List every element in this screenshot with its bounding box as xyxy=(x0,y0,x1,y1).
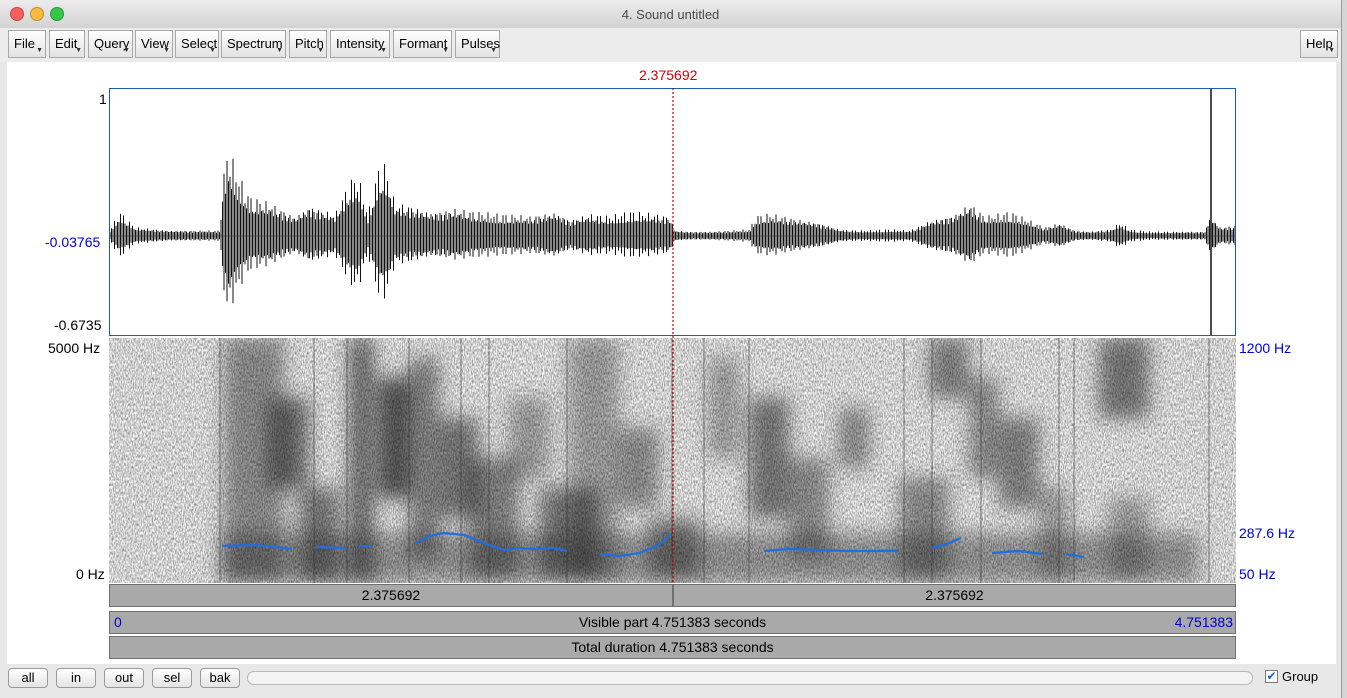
menu-file[interactable]: File ▼ xyxy=(8,30,46,58)
chevron-down-icon: ▼ xyxy=(276,47,283,54)
pitch-mid-label: 287.6 Hz xyxy=(1239,525,1296,541)
chevron-down-icon: ▼ xyxy=(442,47,449,54)
menu-help[interactable]: Help ▼ xyxy=(1300,30,1338,58)
title-bar[interactable]: 4. Sound untitled xyxy=(0,0,1341,29)
menu-view[interactable]: View ▼ xyxy=(135,30,173,58)
background-window-edge xyxy=(1342,0,1347,698)
segment-left[interactable]: 2.375692 xyxy=(109,584,673,607)
waveform-plot xyxy=(110,89,1235,335)
menu-spectrum[interactable]: Spectrum ▼ xyxy=(221,30,286,58)
waveform-y-max: 1 xyxy=(99,91,107,107)
pitch-top-label: 1200 Hz xyxy=(1239,340,1292,356)
menu-label: File xyxy=(14,36,35,51)
segment-right[interactable]: 2.375692 xyxy=(673,584,1236,607)
zoom-selection-button[interactable]: sel xyxy=(152,668,192,688)
visible-end: 4.751383 xyxy=(1174,614,1233,630)
horizontal-scrollbar[interactable] xyxy=(247,671,1253,685)
chevron-down-icon: ▼ xyxy=(163,47,170,54)
waveform-y-mid: -0.03765 xyxy=(45,234,101,250)
chevron-down-icon: ▼ xyxy=(209,47,216,54)
menu-pitch[interactable]: Pitch ▼ xyxy=(289,30,327,58)
chevron-down-icon: ▼ xyxy=(36,47,43,54)
visible-part-label: Visible part 4.751383 seconds xyxy=(578,614,767,630)
menu-label: Spectrum xyxy=(227,36,283,51)
waveform-y-min: -0.6735 xyxy=(54,317,102,333)
total-duration-bar[interactable]: Total duration 4.751383 seconds xyxy=(109,636,1236,659)
visible-start: 0 xyxy=(114,614,122,630)
visible-part-bar[interactable]: 0 Visible part 4.751383 seconds 4.751383 xyxy=(109,611,1236,634)
menu-query[interactable]: Query ▼ xyxy=(88,30,133,58)
menu-label: Edit xyxy=(55,36,78,51)
menu-edit[interactable]: Edit ▼ xyxy=(49,30,85,58)
menu-intensity[interactable]: Intensity ▼ xyxy=(330,30,390,58)
pitch-bottom-label: 50 Hz xyxy=(1239,566,1276,582)
sound-editor-window: 4. Sound untitled File ▼ Edit ▼ Query ▼ View ▼ S… xyxy=(0,0,1342,698)
chevron-down-icon: ▼ xyxy=(380,47,387,54)
waveform-panel[interactable] xyxy=(109,88,1236,336)
chevron-down-icon: ▼ xyxy=(490,47,497,54)
spectrogram-panel[interactable] xyxy=(109,338,1236,583)
waveform-trace xyxy=(110,158,1235,304)
chevron-down-icon: ▼ xyxy=(123,47,130,54)
zoom-all-button[interactable]: all xyxy=(8,668,48,688)
cursor-time-label: 2.375692 xyxy=(639,67,698,83)
menu-select[interactable]: Select ▼ xyxy=(175,30,219,58)
spectrogram-freq-top: 5000 Hz xyxy=(48,340,101,356)
menu-pulses[interactable]: Pulses ▼ xyxy=(455,30,500,58)
zoom-back-button[interactable]: bak xyxy=(200,668,240,688)
spectrogram-freq-bottom: 0 Hz xyxy=(76,566,105,582)
chevron-down-icon: ▼ xyxy=(1328,47,1335,54)
menu-formant[interactable]: Formant ▼ xyxy=(393,30,452,58)
menu-label: Intensity xyxy=(336,36,385,51)
window-title: 4. Sound untitled xyxy=(621,7,720,22)
group-checkbox[interactable]: ✔ xyxy=(1265,670,1278,683)
group-label: Group xyxy=(1282,669,1319,684)
chevron-down-icon: ▼ xyxy=(75,47,82,54)
zoom-in-button[interactable]: in xyxy=(56,668,96,688)
zoom-out-button[interactable]: out xyxy=(104,668,144,688)
spectrogram-plot xyxy=(109,338,1236,583)
chevron-down-icon: ▼ xyxy=(317,47,324,54)
menu-label: Formant xyxy=(399,36,448,51)
